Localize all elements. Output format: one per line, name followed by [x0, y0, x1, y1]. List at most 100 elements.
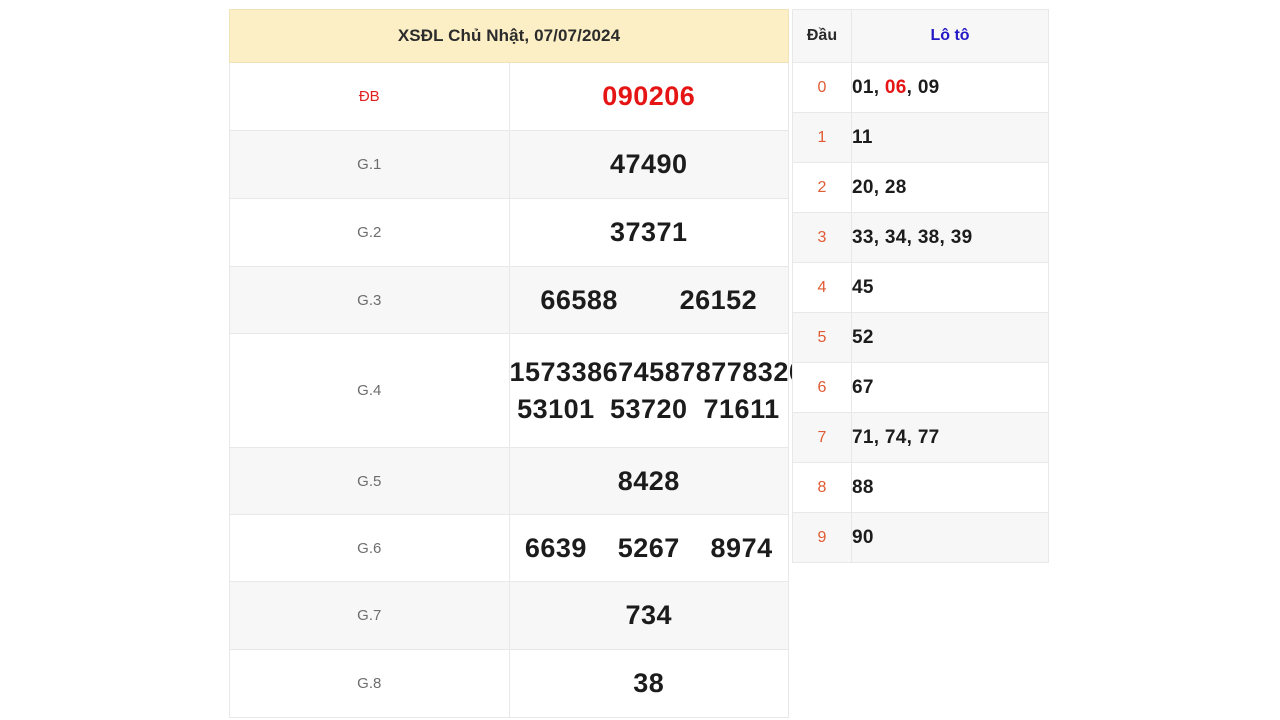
page-title: XSĐL Chủ Nhật, 07/07/2024	[229, 9, 789, 63]
loto-numbers-cell: 71, 74, 77	[851, 412, 1049, 463]
loto-dau-value: 0	[792, 62, 852, 113]
prize-number: 26152	[679, 284, 758, 315]
prize-row: G.5 8428	[229, 447, 789, 515]
prize-row-label: G.4	[229, 333, 510, 448]
prize-row-values: 37371	[508, 198, 789, 267]
loto-row: 7 71, 74, 77	[792, 412, 1049, 463]
loto-dau-value: 9	[792, 512, 852, 563]
loto-header-row: Đầu Lô tô	[792, 9, 1049, 63]
loto-number: 71	[852, 426, 874, 448]
prize-number: 8974	[710, 532, 773, 563]
prize-number: 66588	[540, 284, 618, 315]
loto-number-highlighted: 06	[884, 76, 907, 98]
loto-number-separator: ,	[906, 426, 918, 448]
loto-numbers-cell: 67	[851, 362, 1049, 413]
loto-header-loto: Lô tô	[851, 9, 1049, 63]
jackpot-number: 090206	[602, 81, 696, 112]
prize-row: G.4 15733 86745 87877 83209 53101 53720 71611	[229, 333, 820, 448]
loto-row: 2 20, 28	[792, 162, 1049, 213]
loto-dau-value: 7	[792, 412, 852, 463]
prize-number: 87877	[664, 357, 743, 388]
loto-number: 38	[917, 226, 940, 248]
loto-number-separator: ,	[873, 426, 885, 448]
loto-number-separator: ,	[906, 76, 918, 98]
prize-number-line: 47490	[510, 146, 789, 182]
loto-dau-value: 4	[792, 262, 852, 313]
loto-table-head: Đầu Lô tô	[792, 9, 1049, 63]
loto-numbers-cell: 20, 28	[851, 162, 1049, 213]
prize-number: 15733	[509, 357, 588, 388]
prize-row-values: 090206	[508, 62, 789, 131]
prize-number-line: 38	[510, 665, 789, 701]
loto-dau-value: 1	[792, 112, 852, 163]
prize-rows-container: ĐB 090206 G.1 47490 G.2 37371 G.3 66588 26152 G.4…	[229, 62, 820, 718]
loto-row: 8 88	[792, 462, 1049, 513]
prize-table-header-row: XSĐL Chủ Nhật, 07/07/2024	[229, 9, 789, 63]
prize-number: 37371	[609, 217, 688, 248]
prize-row: G.3 66588 26152	[229, 266, 789, 334]
loto-number-separator: ,	[873, 176, 885, 198]
prize-number: 734	[625, 600, 673, 631]
prize-number: 5267	[617, 532, 680, 563]
loto-row: 5 52	[792, 312, 1049, 363]
prize-row: G.7 734	[229, 581, 789, 650]
prize-row-values: 15733 86745 87877 83209 53101 53720 71611	[508, 333, 820, 448]
loto-number: 11	[852, 126, 873, 148]
prize-row-values: 6639 5267 8974	[508, 514, 789, 582]
loto-number-separator: ,	[873, 226, 885, 248]
prize-number: 71611	[703, 393, 780, 424]
loto-number: 77	[917, 426, 940, 448]
prize-row-label: G.6	[229, 514, 510, 582]
loto-number-separator: ,	[873, 76, 885, 98]
loto-numbers-cell: 90	[851, 512, 1049, 563]
prize-results-table: XSĐL Chủ Nhật, 07/07/2024 ĐB 090206 G.1 474…	[229, 9, 820, 718]
prize-number-line: 53101 53720 71611	[510, 391, 789, 427]
prize-number-line: 66588 26152	[510, 282, 789, 318]
loto-row: 0 01, 06, 09	[792, 62, 1049, 113]
loto-numbers-cell: 88	[851, 462, 1049, 513]
loto-numbers-cell: 01, 06, 09	[851, 62, 1049, 113]
prize-row-label: G.1	[229, 130, 510, 199]
loto-number: 09	[917, 76, 940, 98]
prize-number: 53720	[609, 393, 688, 424]
prize-number-line: 15733 86745 87877 83209	[509, 354, 820, 390]
prize-row-values: 734	[508, 581, 789, 650]
loto-row: 4 45	[792, 262, 1049, 313]
loto-numbers-cell: 45	[851, 262, 1049, 313]
loto-dau-value: 6	[792, 362, 852, 413]
loto-number: 01	[852, 76, 874, 98]
loto-number: 45	[852, 276, 874, 298]
loto-number-separator: ,	[906, 226, 918, 248]
loto-numbers-cell: 33, 34, 38, 39	[851, 212, 1049, 263]
prize-row: ĐB 090206	[229, 62, 789, 131]
loto-number: 33	[852, 226, 874, 248]
prize-row-values: 47490	[508, 130, 789, 199]
loto-number: 39	[950, 226, 973, 248]
loto-row: 1 11	[792, 112, 1049, 163]
loto-number: 90	[852, 526, 874, 548]
loto-row: 3 33, 34, 38, 39	[792, 212, 1049, 263]
prize-number-line: 090206	[510, 78, 789, 114]
prize-number: 38	[633, 668, 665, 699]
prize-number: 53101	[517, 393, 595, 424]
prize-number: 8428	[617, 465, 680, 496]
loto-header-dau: Đầu	[792, 9, 852, 63]
prize-number-line: 734	[510, 597, 789, 633]
prize-row-values: 66588 26152	[508, 266, 789, 334]
prize-row: G.2 37371	[229, 198, 789, 267]
prize-row-label: G.2	[229, 198, 510, 267]
loto-number: 28	[884, 176, 907, 198]
loto-number: 20	[852, 176, 874, 198]
loto-number: 74	[884, 426, 907, 448]
prize-row-label: G.5	[229, 447, 510, 515]
prize-row-label: ĐB	[229, 62, 510, 131]
prize-number: 86745	[587, 357, 665, 388]
prize-row-label: G.3	[229, 266, 510, 334]
prize-number-line: 37371	[510, 214, 789, 250]
loto-number: 67	[852, 376, 874, 398]
loto-dau-value: 3	[792, 212, 852, 263]
loto-dau-value: 5	[792, 312, 852, 363]
prize-number-line: 8428	[510, 463, 789, 499]
loto-number-separator: ,	[939, 226, 951, 248]
prize-number: 6639	[524, 532, 587, 563]
